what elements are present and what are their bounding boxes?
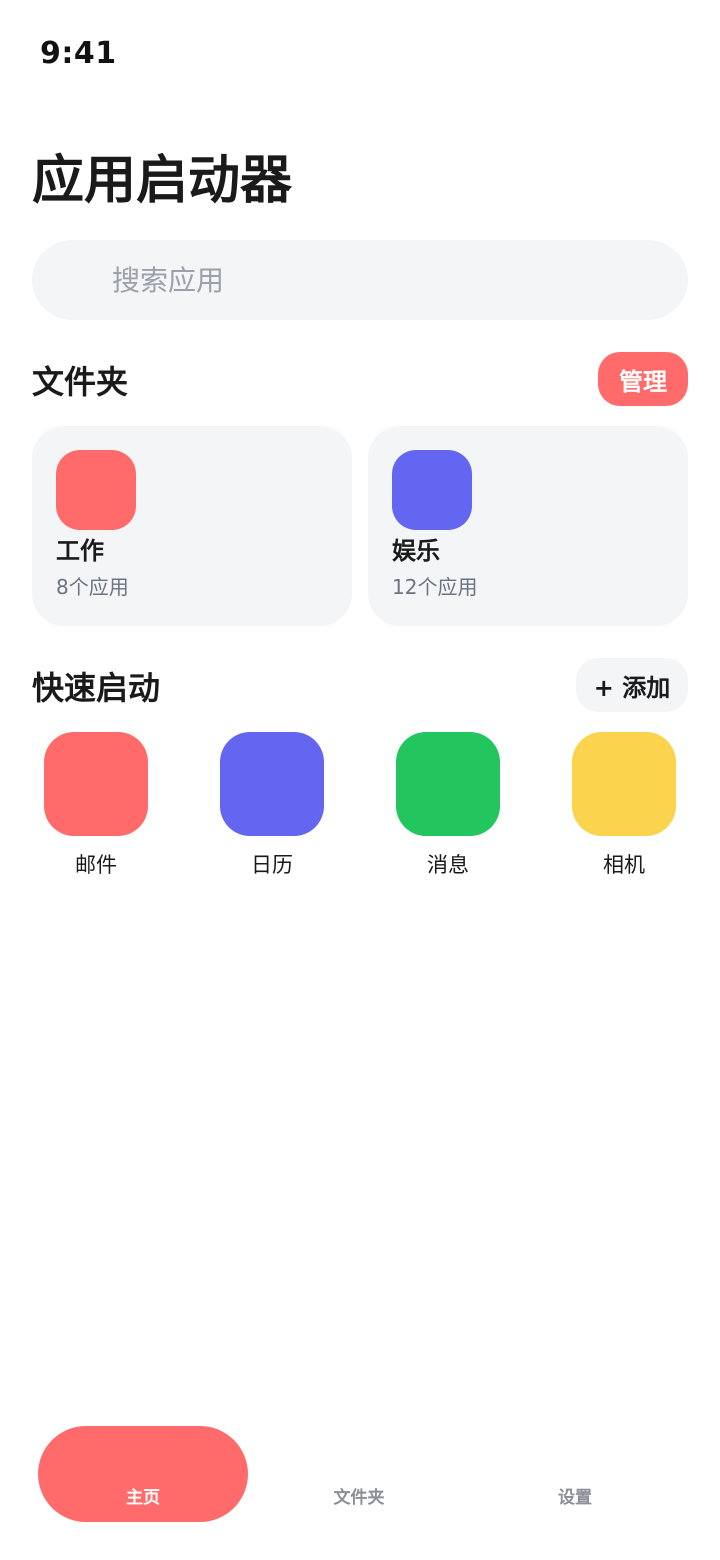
folder-card-entertainment[interactable]: 娱乐 12个应用 [368,426,688,626]
manage-button[interactable]: 管理 [598,352,688,406]
tab-settings[interactable]: 设置 [470,1426,680,1522]
quick-app-messages[interactable]: 消息 [396,732,500,878]
tab-folders[interactable]: 文件夹 [254,1426,464,1522]
quick-app-calendar[interactable]: 日历 [220,732,324,878]
status-time: 9:41 [40,36,117,71]
search-input[interactable] [112,240,672,320]
folder-name: 工作 [56,537,104,565]
quick-app-label: 相机 [603,853,645,877]
quick-app-label: 邮件 [75,853,117,877]
folder-name: 娱乐 [392,537,440,565]
camera-app-icon [572,732,676,836]
page-title: 应用启动器 [32,151,293,211]
folder-card-work[interactable]: 工作 8个应用 [32,426,352,626]
quick-app-label: 消息 [427,853,469,877]
messages-app-icon [396,732,500,836]
search-bar[interactable] [32,240,688,320]
quick-launch-section-title: 快速启动 [32,669,161,707]
folder-entertainment-icon [392,450,472,530]
folders-section-title: 文件夹 [32,363,129,401]
add-app-button[interactable]: + 添加 [576,658,688,712]
calendar-app-icon [220,732,324,836]
search-icon [71,267,98,294]
quick-app-mail[interactable]: 邮件 [44,732,148,878]
folder-app-count: 8个应用 [56,575,129,599]
mail-app-icon [44,732,148,836]
folder-app-count: 12个应用 [392,575,478,599]
bottom-tab-bar: 主页 文件夹 设置 [0,1410,720,1560]
quick-app-label: 日历 [251,853,293,877]
quick-app-camera[interactable]: 相机 [572,732,676,878]
status-bar: 9:41 [0,0,720,100]
folder-work-icon [56,450,136,530]
tab-home[interactable]: 主页 [38,1426,248,1522]
